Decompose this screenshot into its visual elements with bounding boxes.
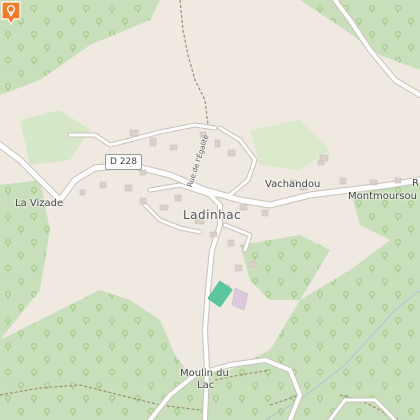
town-label-ladinhac: Ladinhac: [183, 208, 242, 222]
place-label-montmoursou: Montmoursou: [348, 191, 417, 202]
map-canvas[interactable]: Ladinhac Vachandou Montmoursou La Vizade…: [0, 0, 420, 420]
road-shield-d228: D 228: [105, 154, 142, 170]
place-label-moulin-line1: Moulin du: [180, 368, 229, 379]
place-label-moulin-line2: Lac: [197, 380, 215, 391]
place-label-vachandou: Vachandou: [265, 179, 321, 190]
map-pin-icon[interactable]: [0, 0, 22, 26]
road-edge-label: R: [412, 178, 419, 189]
place-label-la-vizade: La Vizade: [15, 198, 64, 209]
